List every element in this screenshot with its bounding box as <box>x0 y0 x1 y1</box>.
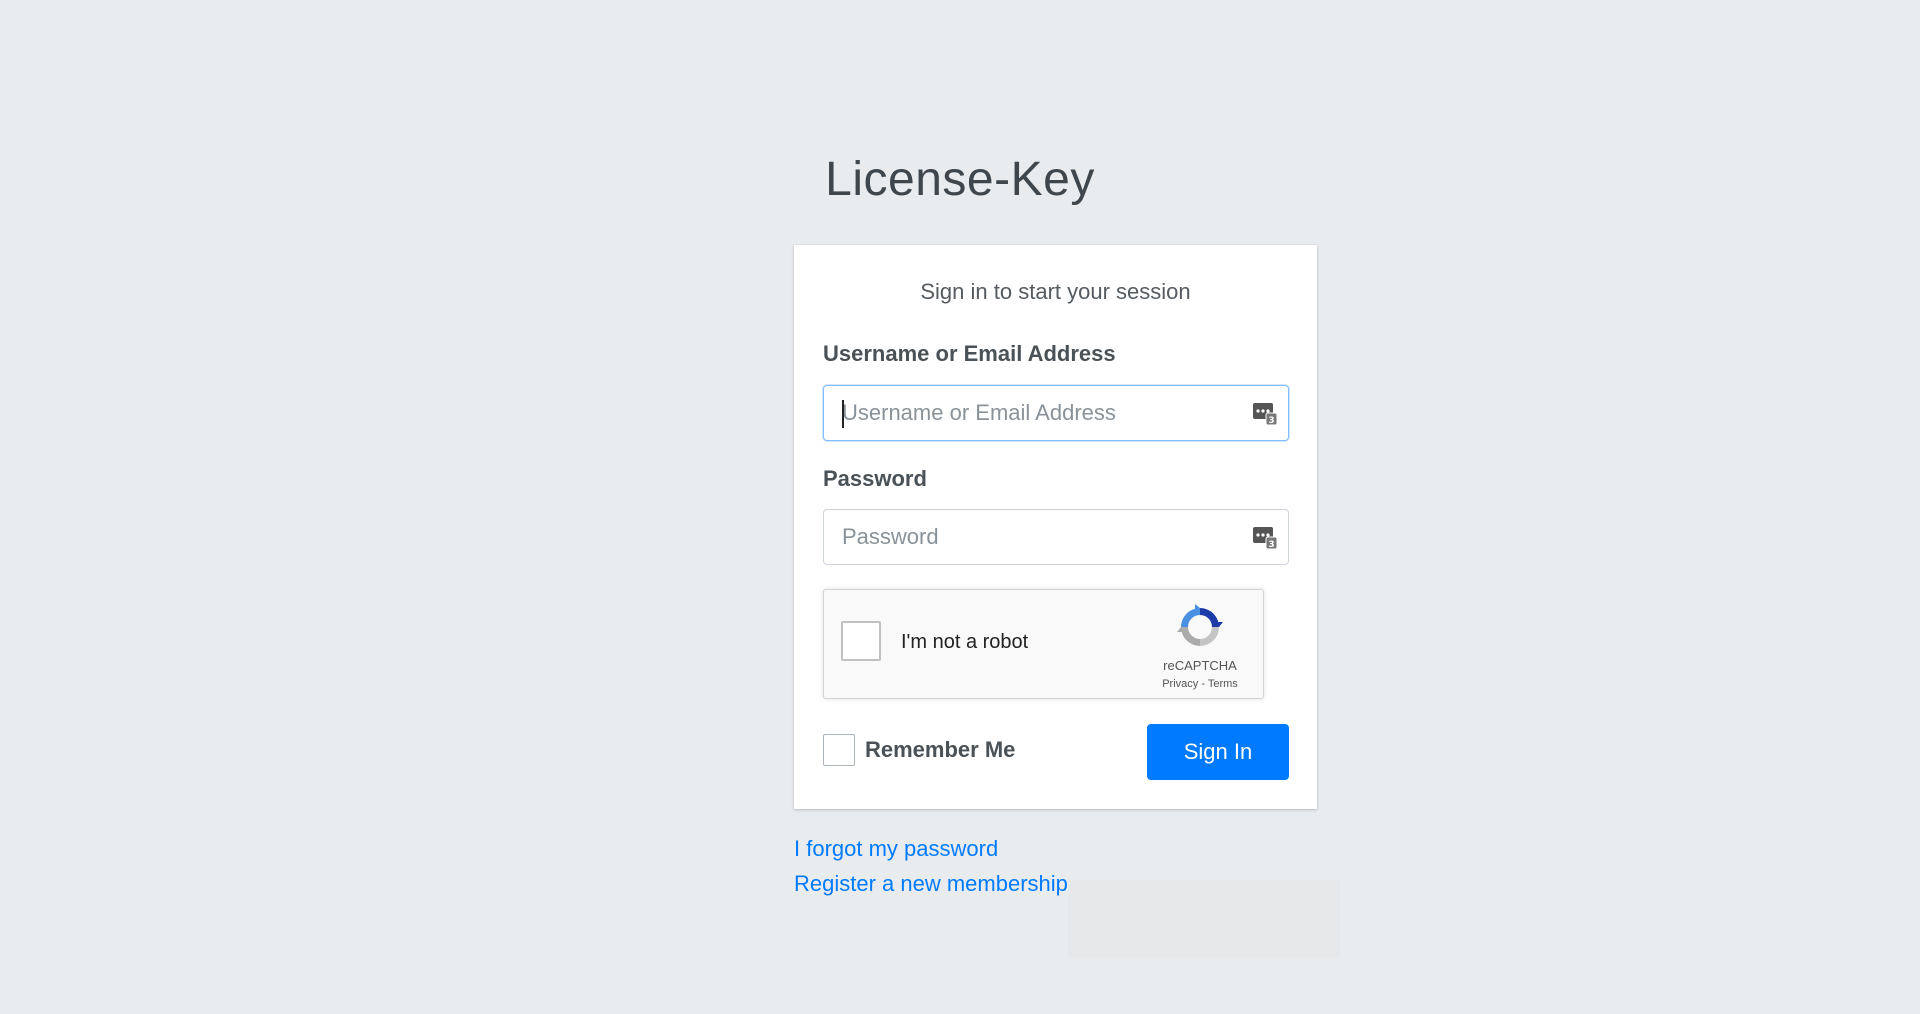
recaptcha-separator: - <box>1198 678 1208 690</box>
recaptcha-links: Privacy - Terms <box>1144 678 1256 690</box>
remember-me-checkbox[interactable] <box>823 734 855 766</box>
text-caret <box>842 400 844 428</box>
recaptcha-widget: I'm not a robot reCAPTCHA Privacy - Term… <box>823 589 1264 699</box>
svg-text:3: 3 <box>1268 416 1274 426</box>
username-field-wrapper: 3 <box>823 385 1289 441</box>
recaptcha-label: I'm not a robot <box>901 631 1029 653</box>
recaptcha-privacy-link[interactable]: Privacy <box>1162 678 1198 690</box>
forgot-password-link[interactable]: I forgot my password <box>794 836 998 862</box>
login-card: Sign in to start your session Username o… <box>794 245 1317 809</box>
password-manager-icon[interactable]: 3 <box>1252 524 1278 550</box>
sign-in-button[interactable]: Sign In <box>1147 724 1289 780</box>
login-page: License-Key Sign in to start your sessio… <box>0 0 1920 1014</box>
password-manager-icon[interactable]: 3 <box>1252 400 1278 426</box>
app-title: License-Key <box>825 153 1095 206</box>
password-label: Password <box>823 466 927 491</box>
username-label: Username or Email Address <box>823 341 1116 366</box>
login-box-message: Sign in to start your session <box>920 279 1191 304</box>
recaptcha-terms-link[interactable]: Terms <box>1208 678 1238 690</box>
password-input[interactable] <box>842 510 1242 564</box>
recaptcha-logo-icon <box>1177 604 1223 646</box>
password-field-wrapper: 3 <box>823 509 1289 565</box>
svg-text:3: 3 <box>1268 540 1274 550</box>
username-input[interactable] <box>842 386 1242 440</box>
remember-me-label[interactable]: Remember Me <box>865 737 1015 763</box>
recaptcha-brand: reCAPTCHA <box>1163 658 1237 673</box>
recaptcha-checkbox[interactable] <box>841 621 881 661</box>
register-link[interactable]: Register a new membership <box>794 871 1068 897</box>
background-overlay <box>1068 880 1340 958</box>
